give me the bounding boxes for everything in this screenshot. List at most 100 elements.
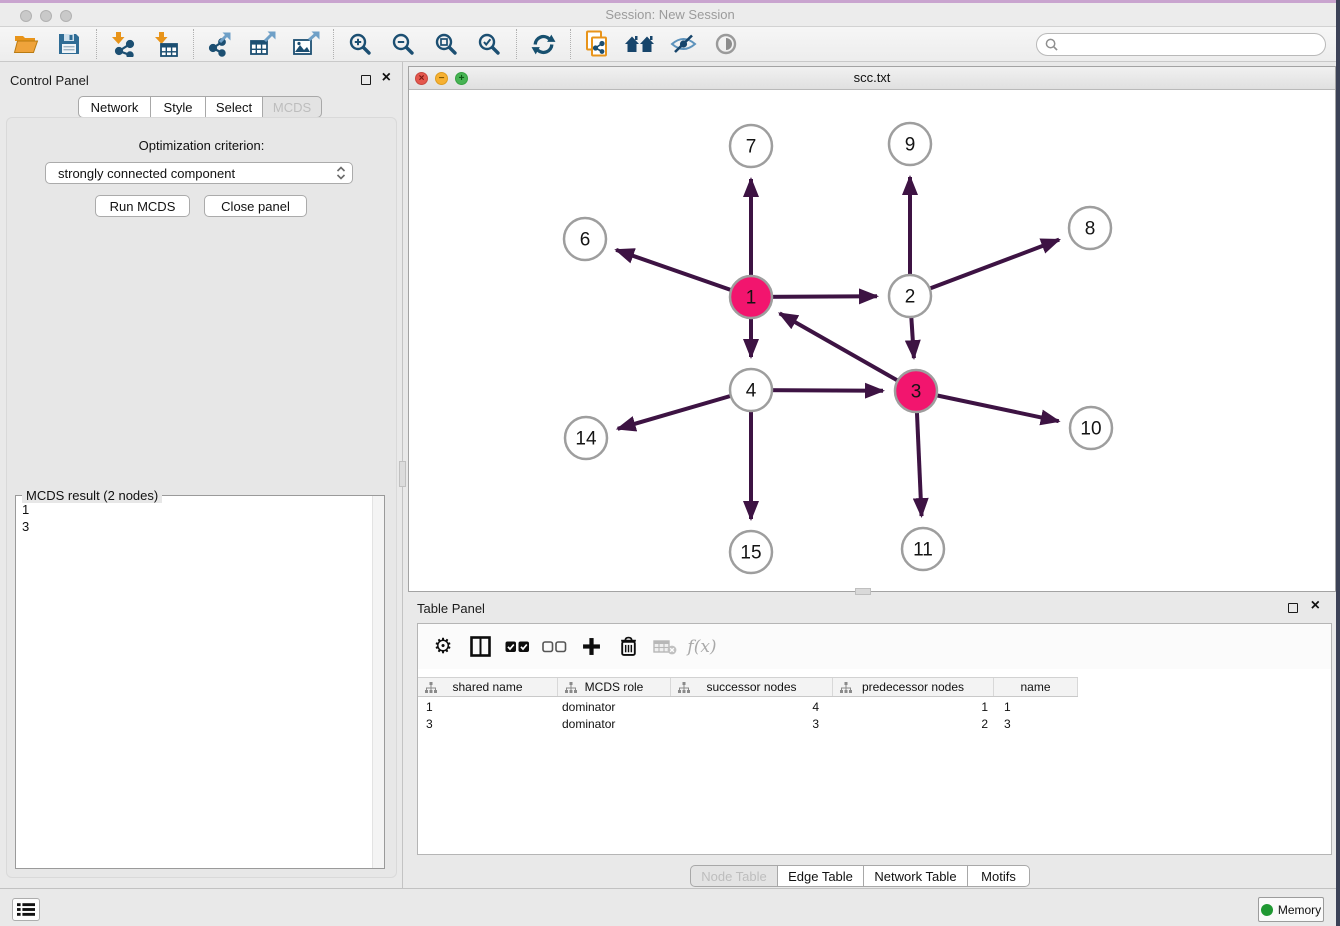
tab-node-table[interactable]: Node Table (690, 865, 778, 887)
save-session-icon[interactable] (51, 29, 87, 59)
search-input[interactable] (1063, 35, 1325, 54)
import-network-icon[interactable] (105, 29, 141, 59)
titlebar[interactable]: Session: New Session (0, 3, 1340, 27)
export-network-icon[interactable] (202, 29, 238, 59)
criterion-select[interactable]: strongly connected component (45, 162, 353, 184)
add-row-icon[interactable] (576, 632, 606, 662)
zoom-in-icon[interactable] (342, 29, 378, 59)
table-panel-title: Table Panel (417, 601, 485, 616)
node-table-container: ⚙ f(x) (417, 623, 1332, 855)
network-overview-icon[interactable] (622, 29, 658, 59)
table-row[interactable]: 1 dominator 4 1 1 (418, 698, 1331, 715)
cell-predecessor-nodes[interactable]: 2 (833, 715, 994, 732)
graph-node-label: 4 (746, 381, 757, 402)
task-history-button[interactable] (12, 898, 40, 921)
table-body: 1 dominator 4 1 1 3 dominator 3 2 3 (418, 698, 1331, 732)
column-header-mcds-role[interactable]: MCDS role (558, 678, 671, 696)
tab-edge-table[interactable]: Edge Table (778, 865, 864, 887)
table-toolbar: ⚙ f(x) (418, 624, 1331, 669)
graph-node-label: 9 (905, 135, 916, 156)
network-canvas[interactable]: 7968124314101511 (409, 90, 1335, 591)
zoom-fit-icon[interactable] (428, 29, 464, 59)
network-view-window: × − + scc.txt 7968124314101511 (408, 66, 1336, 592)
delete-icon[interactable] (613, 632, 643, 662)
toolbar-separator (96, 29, 97, 59)
tab-motifs[interactable]: Motifs (968, 865, 1030, 887)
mcds-result-line: 1 (22, 501, 29, 518)
column-label: shared name (452, 680, 522, 694)
graph-edge-3-1[interactable] (780, 313, 916, 391)
column-header-successor-nodes[interactable]: successor nodes (671, 678, 833, 696)
graph-node-label: 14 (575, 429, 597, 450)
tab-network[interactable]: Network (78, 96, 151, 118)
close-panel-button[interactable]: Close panel (204, 195, 307, 217)
window-title: Session: New Session (0, 7, 1340, 22)
cell-name[interactable]: 1 (994, 698, 1078, 715)
application-window: Session: New Session (0, 0, 1340, 926)
export-image-icon[interactable] (288, 29, 324, 59)
hide-selected-icon[interactable] (665, 29, 701, 59)
search-field[interactable] (1036, 33, 1326, 56)
vertical-splitter-handle[interactable] (399, 461, 406, 487)
column-type-icon (678, 682, 690, 694)
zoom-out-icon[interactable] (385, 29, 421, 59)
tab-select[interactable]: Select (206, 96, 263, 118)
graph-node-label: 3 (911, 382, 922, 403)
main-toolbar (0, 27, 1336, 62)
mcds-result-box[interactable]: MCDS result (2 nodes) 1 3 (15, 495, 385, 869)
split-columns-icon[interactable] (465, 632, 495, 662)
cell-name[interactable]: 3 (994, 715, 1078, 732)
table-panel-header: Table Panel × (404, 595, 1340, 621)
show-hidden-icon[interactable] (708, 29, 744, 59)
column-label: name (1020, 680, 1050, 694)
table-header-row: shared name MCDS role successor nodes pr… (418, 677, 1078, 697)
graph-edge-2-8[interactable] (910, 240, 1059, 296)
open-file-icon[interactable] (8, 29, 44, 59)
list-icon (17, 902, 35, 917)
deselect-all-icon[interactable] (539, 632, 569, 662)
cell-shared-name[interactable]: 1 (418, 698, 558, 715)
desktop-edge-strip (1336, 0, 1340, 926)
column-header-name[interactable]: name (994, 678, 1078, 696)
graph-node-label: 7 (746, 137, 757, 158)
import-table-icon[interactable] (148, 29, 184, 59)
memory-button[interactable]: Memory (1258, 897, 1324, 922)
select-all-icon[interactable] (502, 632, 532, 662)
cell-mcds-role[interactable]: dominator (558, 698, 671, 715)
toolbar-separator (516, 29, 517, 59)
memory-label: Memory (1278, 903, 1321, 917)
table-row[interactable]: 3 dominator 3 2 3 (418, 715, 1331, 732)
close-panel-icon[interactable]: × (382, 73, 391, 83)
cell-mcds-role[interactable]: dominator (558, 715, 671, 732)
cell-predecessor-nodes[interactable]: 1 (833, 698, 994, 715)
result-scrollbar[interactable] (372, 496, 384, 868)
column-type-icon (840, 682, 852, 694)
network-window-titlebar[interactable]: × − + scc.txt (409, 67, 1335, 90)
column-header-predecessor-nodes[interactable]: predecessor nodes (833, 678, 994, 696)
cell-shared-name[interactable]: 3 (418, 715, 558, 732)
float-panel-icon[interactable] (361, 75, 371, 85)
tab-network-table[interactable]: Network Table (864, 865, 968, 887)
horizontal-splitter-handle[interactable] (855, 588, 871, 595)
cell-successor-nodes[interactable]: 4 (671, 698, 833, 715)
run-mcds-button[interactable]: Run MCDS (95, 195, 190, 217)
tab-mcds[interactable]: MCDS (263, 96, 322, 118)
export-table-icon[interactable] (245, 29, 281, 59)
float-table-panel-icon[interactable] (1288, 603, 1298, 613)
gear-icon[interactable]: ⚙ (428, 632, 458, 662)
criterion-value: strongly connected component (58, 166, 235, 181)
status-bar: Memory (0, 888, 1340, 926)
tab-style[interactable]: Style (151, 96, 206, 118)
column-header-shared-name[interactable]: shared name (418, 678, 558, 696)
graph-node-label: 6 (580, 230, 591, 251)
zoom-selected-icon[interactable] (471, 29, 507, 59)
column-label: predecessor nodes (862, 680, 964, 694)
refresh-layout-icon[interactable] (525, 29, 561, 59)
graph-node-label: 11 (913, 540, 933, 561)
toolbar-separator (333, 29, 334, 59)
cell-successor-nodes[interactable]: 3 (671, 715, 833, 732)
duplicate-network-icon[interactable] (579, 29, 615, 59)
function-builder-icon: f(x) (687, 632, 717, 662)
close-table-panel-icon[interactable]: × (1311, 601, 1320, 611)
control-panel-tabs: Network Style Select MCDS (78, 96, 322, 118)
